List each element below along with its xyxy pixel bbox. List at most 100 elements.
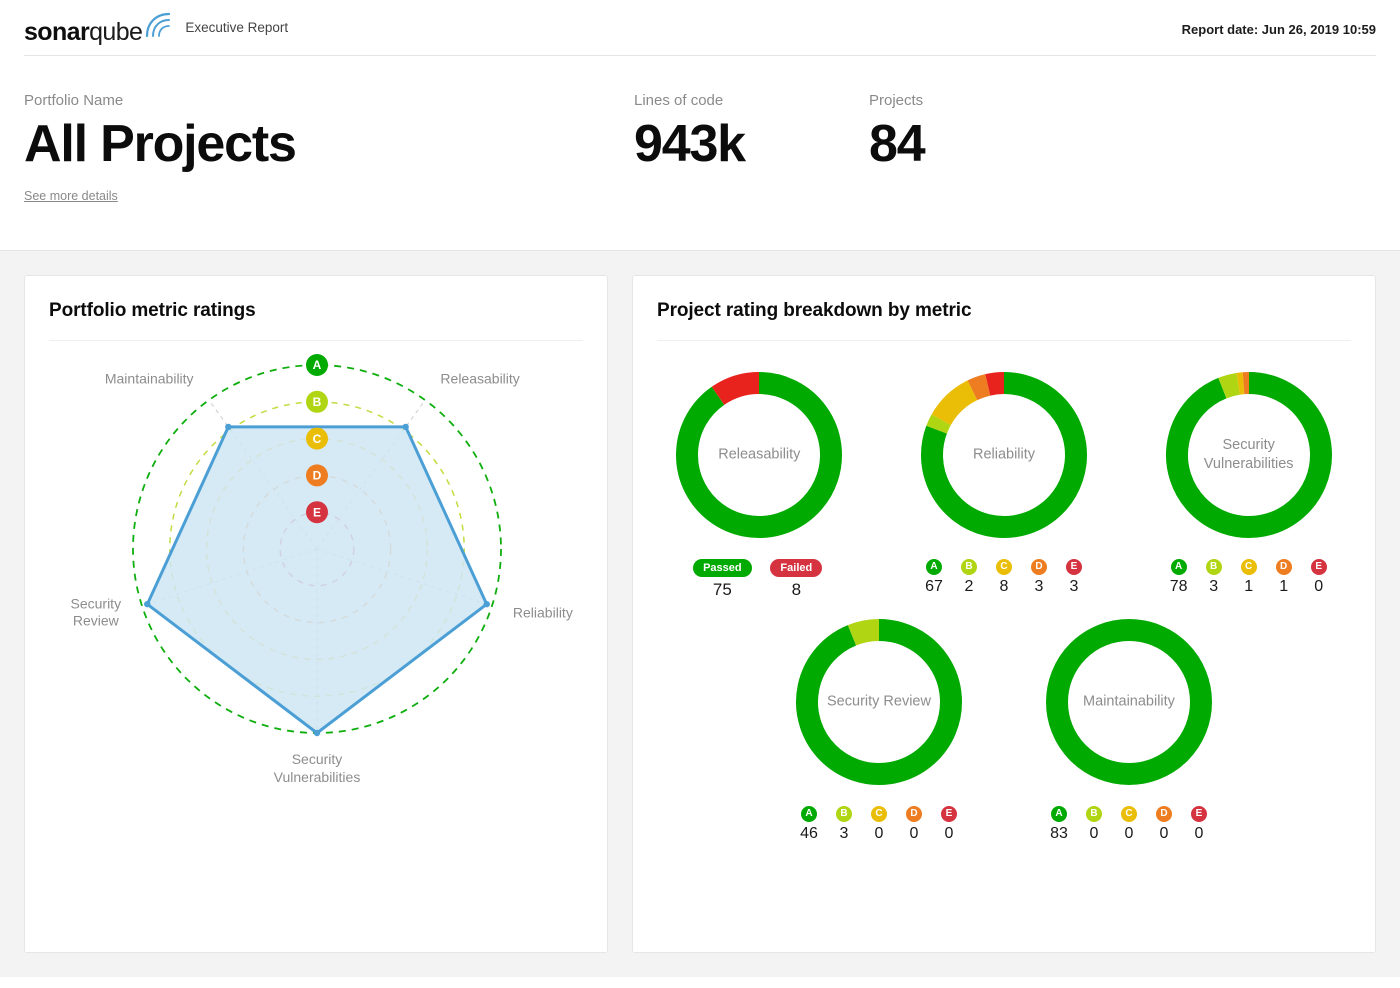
portfolio-metric-ratings-title: Portfolio metric ratings xyxy=(49,300,583,341)
donut-segment-a xyxy=(807,630,951,774)
donut-cell-releasability: Releasability Passed 75 Failed 8 xyxy=(657,367,862,600)
project-rating-breakdown-card: Project rating breakdown by metric Relea… xyxy=(632,275,1376,953)
donut-segment-e xyxy=(988,383,1004,385)
portfolio-name-label: Portfolio Name xyxy=(24,92,634,109)
svg-text:C: C xyxy=(313,432,322,446)
rating-badge-c: C xyxy=(996,559,1012,575)
legend-item-d: D3 xyxy=(1022,559,1057,596)
donut-legend-maintainability: A83B0C0D0E0 xyxy=(1042,806,1217,843)
rating-badge-e: E xyxy=(1191,806,1207,822)
sonarqube-logo[interactable]: sonarqube xyxy=(24,12,171,45)
legend-item-b: B3 xyxy=(827,806,862,843)
rating-badge-c: C xyxy=(1121,806,1137,822)
portfolio-name-value: All Projects xyxy=(24,115,634,173)
donut-svg xyxy=(1161,367,1337,543)
radar-chart: A B C D E Maintainability Releasability Reli… xyxy=(49,345,583,950)
failed-status-badge: Failed xyxy=(770,559,822,577)
portfolio-summary: Portfolio Name All Projects See more det… xyxy=(0,56,1400,251)
sonarqube-wave-icon xyxy=(145,12,171,43)
legend-count-a: 83 xyxy=(1050,825,1068,843)
donut-legend-reliability: A67B2C8D3E3 xyxy=(917,559,1092,596)
donut-chart-maintainability[interactable]: Maintainability xyxy=(1041,614,1217,790)
legend-item-a: A83 xyxy=(1042,806,1077,843)
legend-count-e: 0 xyxy=(1314,578,1323,596)
legend-count-a: 78 xyxy=(1170,578,1188,596)
rating-badge-b: B xyxy=(961,559,977,575)
legend-item-failed: Failed 8 xyxy=(759,559,833,600)
radar-axis-label-releasability: Releasability xyxy=(440,371,519,389)
radar-axis-label-maintainability: Maintainability xyxy=(105,371,194,389)
see-more-details-link[interactable]: See more details xyxy=(24,189,118,203)
svg-text:A: A xyxy=(313,358,322,372)
donut-segment-b xyxy=(937,420,942,430)
legend-item-b: B3 xyxy=(1196,559,1231,596)
rating-badge-b: B xyxy=(1206,559,1222,575)
donut-chart-releasability[interactable]: Releasability xyxy=(671,367,847,543)
radar-axis-label-security-review: Security Review xyxy=(71,595,122,630)
portfolio-name-block: Portfolio Name All Projects See more det… xyxy=(24,92,634,205)
legend-item-e: E0 xyxy=(1301,559,1336,596)
donut-chart-reliability[interactable]: Reliability xyxy=(916,367,1092,543)
donut-cell-maintainability: MaintainabilityA83B0C0D0E0 xyxy=(1024,614,1234,843)
rating-badge-e: E xyxy=(1311,559,1327,575)
rating-badge-d: D xyxy=(906,806,922,822)
lines-of-code-block: Lines of code 943k xyxy=(634,92,869,173)
donut-cell-reliability: ReliabilityA67B2C8D3E3 xyxy=(902,367,1107,600)
donut-svg xyxy=(1041,614,1217,790)
legend-item-b: B2 xyxy=(952,559,987,596)
logo-qube-text: qube xyxy=(89,18,142,46)
rating-badge-b: B xyxy=(1086,806,1102,822)
security-review-line1: Security xyxy=(71,595,122,611)
legend-item-c: C0 xyxy=(1112,806,1147,843)
donut-cell-security-vulnerabilities: SecurityVulnerabilitiesA78B3C1D1E0 xyxy=(1146,367,1351,600)
legend-item-a: A67 xyxy=(917,559,952,596)
legend-item-passed: Passed 75 xyxy=(685,559,759,600)
app-header: sonarqube Executive Report Report date: … xyxy=(0,0,1400,56)
donut-row-top: Releasability Passed 75 Failed 8 Reliability A… xyxy=(657,367,1351,600)
passed-status-badge: Passed xyxy=(693,559,752,577)
donut-segment-b xyxy=(852,630,879,635)
legend-count-passed: 75 xyxy=(713,580,732,600)
radar-rating-badge-e: E xyxy=(306,501,328,523)
legend-item-c: C1 xyxy=(1231,559,1266,596)
legend-count-a: 67 xyxy=(925,578,943,596)
lines-of-code-value: 943k xyxy=(634,115,869,173)
legend-item-d: D0 xyxy=(1147,806,1182,843)
security-vulnerabilities-line2: Vulnerabilities xyxy=(274,769,361,785)
legend-count-d: 3 xyxy=(1035,578,1044,596)
legend-item-b: B0 xyxy=(1077,806,1112,843)
donut-svg xyxy=(916,367,1092,543)
rating-badge-e: E xyxy=(1066,559,1082,575)
rating-badge-c: C xyxy=(1241,559,1257,575)
radar-axis-label-security-vulnerabilities: Security Vulnerabilities xyxy=(274,751,361,786)
svg-text:B: B xyxy=(313,395,322,409)
donut-segment-c xyxy=(941,391,972,420)
legend-count-d: 0 xyxy=(1160,825,1169,843)
donut-segment-b xyxy=(1222,384,1238,388)
donut-chart-security-vulnerabilities[interactable]: SecurityVulnerabilities xyxy=(1161,367,1337,543)
donut-legend-releasability: Passed 75 Failed 8 xyxy=(685,559,833,600)
legend-item-e: E3 xyxy=(1057,559,1092,596)
donut-chart-security-review[interactable]: Security Review xyxy=(791,614,967,790)
legend-count-failed: 8 xyxy=(792,580,801,600)
legend-count-e: 0 xyxy=(945,825,954,843)
donut-svg xyxy=(671,367,847,543)
donut-segment-failed xyxy=(718,383,759,396)
radar-axis-label-reliability: Reliability xyxy=(513,604,573,622)
legend-count-b: 3 xyxy=(840,825,849,843)
lines-of-code-label: Lines of code xyxy=(634,92,869,109)
legend-item-a: A 78 xyxy=(1161,559,1196,596)
donut-segment-d xyxy=(972,385,987,390)
donut-segment-a xyxy=(1057,630,1201,774)
radar-rating-badge-b: B xyxy=(306,391,328,413)
legend-count-c: 0 xyxy=(1125,825,1134,843)
svg-text:D: D xyxy=(313,469,322,483)
legend-item-c: C8 xyxy=(987,559,1022,596)
portfolio-metric-ratings-card: Portfolio metric ratings A B C D E Maintaina… xyxy=(24,275,608,953)
legend-count-d: 1 xyxy=(1279,578,1288,596)
legend-item-e: E0 xyxy=(932,806,967,843)
legend-item-a: A46 xyxy=(792,806,827,843)
radar-rating-badge-d: D xyxy=(306,465,328,487)
rating-badge-c: C xyxy=(871,806,887,822)
rating-badge-a: A xyxy=(1171,559,1187,575)
